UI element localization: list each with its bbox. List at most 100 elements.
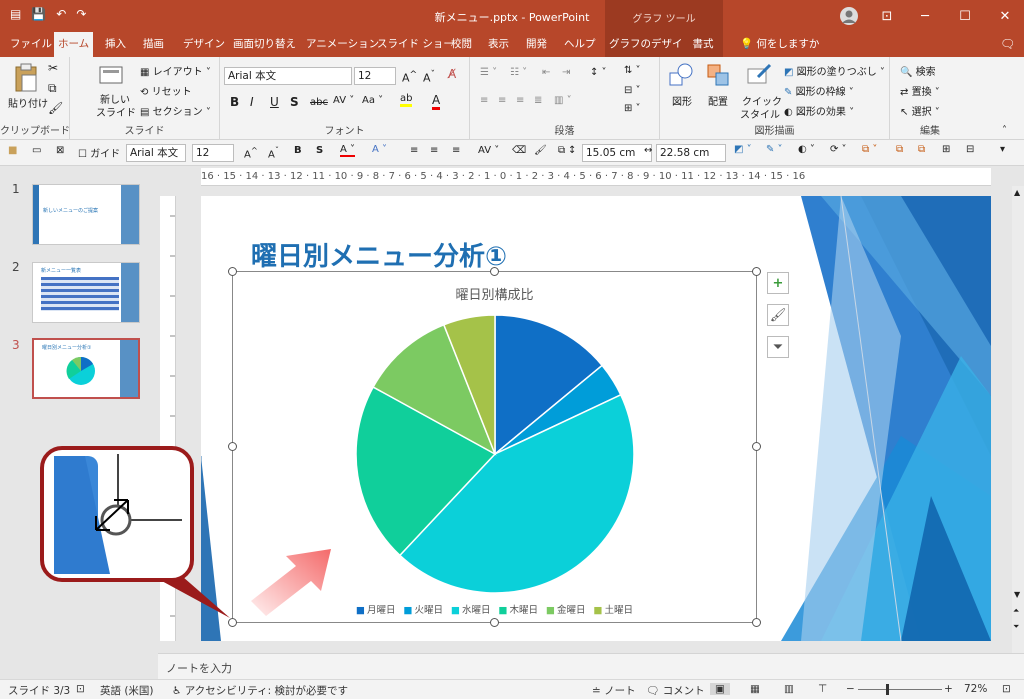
comments-icon[interactable]: 🗨 [996, 32, 1019, 57]
format-align-center-icon[interactable]: ≡ [430, 145, 438, 156]
accessibility-status[interactable]: ♿ アクセシビリティ: 検討が必要です [172, 683, 348, 698]
format-outline-icon[interactable]: ✎ ˅ [766, 144, 783, 155]
normal-view-button[interactable]: ▣ [710, 683, 730, 695]
scroll-up-icon[interactable]: ▲ [1014, 188, 1020, 197]
tab-insert[interactable]: 挿入 [101, 32, 130, 57]
shape-effect-button[interactable]: ◐ 図形の効果 ˅ [784, 103, 854, 118]
color-icon[interactable]: ■ [8, 145, 17, 156]
align-text-icon[interactable]: ⊟ ˅ [624, 85, 641, 96]
selection-pane-icon[interactable]: ⊟ [966, 144, 974, 155]
format-shadow-icon[interactable]: S [316, 145, 323, 156]
clear-format-icon[interactable]: A̸ [448, 67, 456, 81]
minimize-button[interactable]: ─ [906, 0, 944, 32]
tab-format[interactable]: 書式 [683, 32, 723, 57]
slide-canvas[interactable]: 曜日別メニュー分析① 曜日別構成比 ■ 月曜日 ■ 火曜日 ■ 水曜日 ■ 木曜日 ■ 金曜日 ■ 土… [201, 196, 991, 641]
shape-width-input[interactable]: 22.58 cm [656, 144, 726, 162]
format-painter-small-icon[interactable]: ⌫ [512, 145, 526, 156]
zoom-in-button[interactable]: + [944, 683, 953, 695]
close-button[interactable]: ✕ [986, 0, 1024, 32]
arrange-button[interactable] [706, 63, 732, 90]
section-button[interactable]: ▤ セクション ˅ [140, 103, 211, 118]
collapse-ribbon-icon[interactable]: ˄ [1002, 125, 1007, 136]
slide-sorter-button[interactable]: ▦ [750, 683, 760, 695]
tab-chart-design[interactable]: グラフのデザイン [605, 32, 693, 57]
format-fill-icon[interactable]: ◩ ˅ [734, 144, 752, 155]
format-bar-more-icon[interactable]: ▾ [1000, 144, 1005, 155]
italic-icon[interactable]: I [250, 95, 254, 109]
text-direction-icon[interactable]: ⇅ ˅ [624, 65, 641, 76]
shape-height-input[interactable]: 15.05 cm [582, 144, 652, 162]
format-align-right-icon[interactable]: ≡ [452, 145, 460, 156]
resize-handle-t[interactable] [490, 267, 499, 276]
fit-slide-icon[interactable]: ⊡ [1002, 683, 1011, 695]
tab-home[interactable]: ホーム [54, 32, 94, 57]
scroll-down-icon[interactable]: ▼ [1014, 590, 1020, 599]
align-right-icon[interactable]: ≡ [516, 95, 524, 106]
tab-view[interactable]: 表示 [484, 32, 513, 57]
bold-icon[interactable]: B [230, 95, 239, 109]
tab-transitions[interactable]: 画面切り替え [229, 32, 300, 57]
slide-thumbnail-3[interactable]: 曜日別メニュー分析① [32, 338, 140, 399]
resize-handle-tl[interactable] [228, 267, 237, 276]
format-rotate-icon[interactable]: ⟳ ˅ [830, 144, 847, 155]
format-link-icon[interactable]: ⧉ [558, 145, 565, 156]
zoom-out-button[interactable]: − [846, 683, 855, 695]
font-size-combo[interactable]: 12 [354, 67, 396, 85]
zoom-slider-thumb[interactable] [886, 684, 889, 695]
replace-button[interactable]: ⇄ 置換 ˅ [900, 83, 940, 98]
reset-button[interactable]: ⟲ リセット [140, 83, 192, 98]
zoom-slider[interactable] [858, 689, 942, 690]
text-effects-icon[interactable]: A ˅ [372, 144, 387, 155]
align-center-icon[interactable]: ≡ [498, 95, 506, 106]
format-grow-icon[interactable]: A^ [244, 145, 258, 160]
shape-outline-button[interactable]: ✎ 図形の枠線 ˅ [784, 83, 854, 98]
tab-review[interactable]: 校閲 [447, 32, 476, 57]
format-spacing-icon[interactable]: AV ˅ [478, 145, 499, 156]
notes-pane[interactable]: ノートを入力 [158, 653, 1024, 679]
tab-animations[interactable]: アニメーション [302, 32, 383, 57]
vertical-scrollbar[interactable]: ▲ ▼ ⏶ ⏷ [1012, 186, 1024, 653]
tab-file[interactable]: ファイル [6, 32, 56, 57]
format-color-icon[interactable]: A ˅ [340, 144, 356, 157]
slideshow-button[interactable]: ⊤ [818, 683, 827, 695]
slide-title[interactable]: 曜日別メニュー分析① [251, 236, 507, 273]
align-objects-icon[interactable]: ⊞ [942, 144, 950, 155]
ruler-icon[interactable]: ⊠ [56, 145, 64, 156]
tab-developer[interactable]: 開発 [522, 32, 551, 57]
notes-toggle[interactable]: ≐ ノート [592, 683, 636, 698]
underline-icon[interactable]: U [270, 95, 279, 109]
format-bold-icon[interactable]: B [294, 145, 302, 156]
justify-icon[interactable]: ≣ [534, 95, 542, 106]
resize-handle-br[interactable] [752, 618, 761, 627]
paste-button[interactable] [12, 63, 40, 96]
next-slide-icon[interactable]: ⏷ [1013, 622, 1019, 632]
new-slide-button[interactable] [98, 63, 124, 90]
guide-checkbox[interactable]: ☐ ガイド [78, 145, 120, 160]
language-indicator[interactable]: 英語 (米国) [100, 683, 154, 698]
tab-design[interactable]: デザイン [179, 32, 229, 57]
resize-handle-tr[interactable] [752, 267, 761, 276]
shapes-button[interactable] [668, 63, 694, 90]
chart-title[interactable]: 曜日別構成比 [233, 284, 756, 303]
font-color-icon[interactable]: A [432, 93, 441, 110]
send-backward-icon[interactable]: ⧉ [896, 144, 903, 155]
legend-entry-4[interactable]: ■ 木曜日 [499, 605, 539, 616]
format-size-combo[interactable]: 12 [192, 144, 234, 162]
account-avatar[interactable] [830, 0, 868, 32]
tell-me-search[interactable]: 💡 何をしますか [736, 32, 823, 57]
legend-entry-3[interactable]: ■ 水曜日 [451, 605, 491, 616]
chart-styles-button[interactable]: 🖌 [767, 304, 789, 326]
maximize-button[interactable]: ☐ [946, 0, 984, 32]
slide-thumbnail-2[interactable]: 新メニュー一覧表 [32, 262, 140, 323]
group-icon[interactable]: ⧉ [918, 144, 925, 155]
layout-button[interactable]: ▦ レイアウト ˅ [140, 63, 211, 78]
format-effects-icon[interactable]: ◐ ˅ [798, 144, 815, 155]
resize-handle-r[interactable] [752, 442, 761, 451]
resize-handle-b[interactable] [490, 618, 499, 627]
grow-font-icon[interactable]: A^ [402, 69, 417, 85]
char-spacing-icon[interactable]: AV ˅ [333, 95, 354, 106]
cut-icon[interactable]: ✂ [48, 61, 58, 75]
increase-indent-icon[interactable]: ⇥ [562, 67, 570, 78]
line-spacing-icon[interactable]: ↕ ˅ [590, 67, 607, 78]
columns-icon[interactable]: ▥ ˅ [554, 95, 572, 106]
